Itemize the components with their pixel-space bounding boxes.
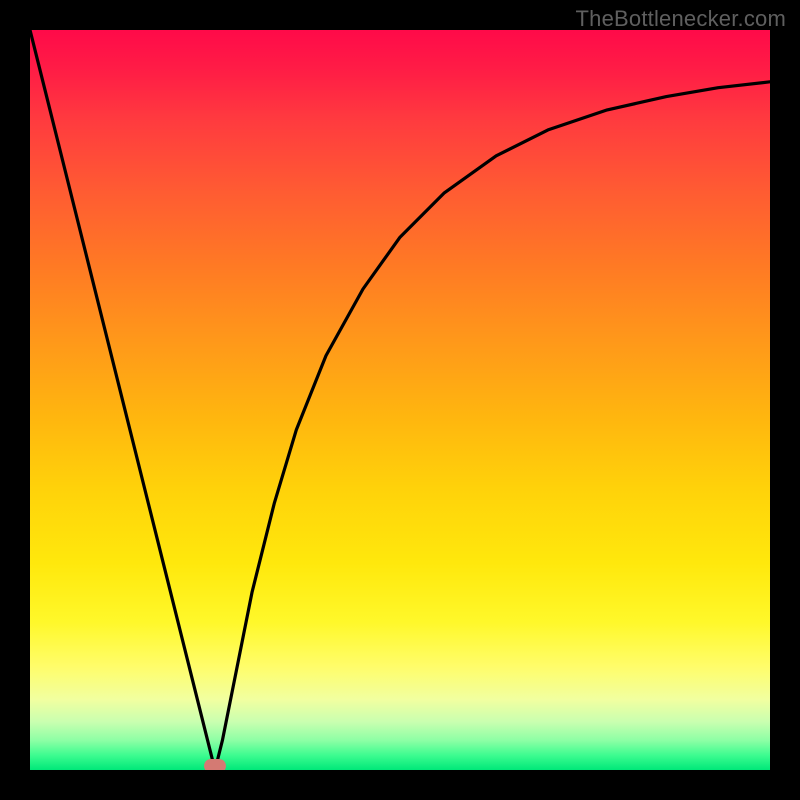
curve-path [30, 30, 770, 770]
bottleneck-curve [30, 30, 770, 770]
chart-frame: TheBottlenecker.com [0, 0, 800, 800]
plot-area [30, 30, 770, 770]
watermark-text: TheBottlenecker.com [576, 6, 786, 32]
minimum-marker [204, 759, 226, 770]
